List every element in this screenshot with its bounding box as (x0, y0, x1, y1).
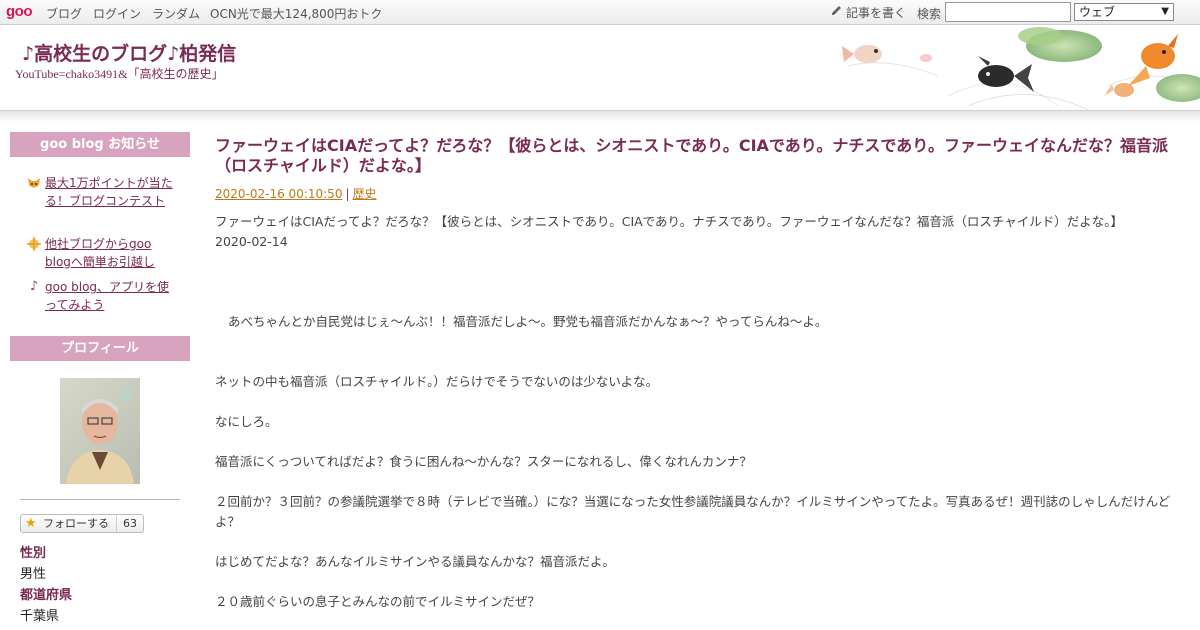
notice-item-app[interactable]: ♪ goo blog、アプリを使ってみよう (26, 278, 176, 314)
nav-blog-link[interactable]: ブログ (46, 5, 82, 22)
notice-migrate-link[interactable]: 他社ブログからgoo blogへ簡単お引越し (45, 235, 176, 271)
star-icon: ★ (25, 516, 37, 531)
notice-item-contest[interactable]: 最大1万ポイントが当たる！ブログコンテスト (26, 174, 176, 210)
entry-line-4: ネットの中も福音派（ロスチャイルド。）だらけでそうでないのは少ないよな。 (215, 374, 659, 389)
fox-icon (26, 175, 42, 191)
notice-item-migrate[interactable]: 他社ブログからgoo blogへ簡単お引越し (26, 235, 176, 271)
search-input[interactable] (945, 2, 1071, 22)
search-scope-value: ウェブ (1079, 5, 1116, 19)
nav-login-link[interactable]: ログイン (93, 5, 141, 22)
profile-prefecture-value: 千葉県 (20, 609, 60, 624)
header-divider (0, 110, 1200, 122)
search-label: 検索 (917, 7, 942, 21)
blog-title[interactable]: ♪高校生のブログ♪柏発信 (22, 39, 236, 66)
avatar[interactable] (60, 378, 140, 484)
notice-contest-link[interactable]: 最大1万ポイントが当たる！ブログコンテスト (45, 174, 176, 210)
follow-count: 63 (116, 515, 143, 532)
notice-heading: goo blog お知らせ (10, 132, 190, 157)
follow-button[interactable]: ★ フォローする 63 (20, 514, 144, 533)
entry-title[interactable]: ファーウェイはCIAだってよ？だろな？【彼らとは、シオニストであり。CIAであり… (215, 136, 1175, 176)
nav-random-link[interactable]: ランダム (152, 5, 200, 22)
pen-icon (830, 4, 843, 20)
profile-heading: プロフィール (10, 336, 190, 361)
entry-line-1: ファーウェイはCIAだってよ？だろな？【彼らとは、シオニストであり。CIAであり… (215, 214, 1124, 229)
goldfish-header-image (842, 27, 1200, 111)
entry-meta: 2020-02-16 00:10:50 | 歴史 (215, 187, 377, 201)
notice-app-link[interactable]: goo blog、アプリを使ってみよう (45, 278, 176, 314)
profile-gender-value: 男性 (20, 567, 47, 582)
entry-category-link[interactable]: 歴史 (353, 187, 377, 201)
entry-line-9: ２０歳前ぐらいの息子とみんなの前でイルミサインだぜ？ (215, 594, 541, 609)
write-article-label: 記事を書く (846, 6, 907, 20)
profile-gender-label: 性別 (20, 546, 47, 561)
entry-line-2: 2020-02-14 (215, 234, 288, 249)
blog-description: YouTube=chako3491&「高校生の歴史」 (15, 67, 224, 81)
chevron-down-icon: ▼ (1161, 6, 1169, 17)
music-note-icon: ♪ (29, 279, 39, 294)
sparkle-icon (26, 236, 42, 252)
entry-line-5: なにしろ。 (215, 414, 278, 429)
profile-prefecture-label: 都道府県 (20, 588, 73, 603)
entry-date-link[interactable]: 2020-02-16 00:10:50 (215, 187, 342, 201)
sidebar-divider (20, 499, 180, 500)
search-scope-select[interactable]: ウェブ ▼ (1074, 3, 1174, 21)
goo-top-bar: goo ブログ ログイン ランダム OCN光で最大124,800円おトク 記事を… (0, 0, 1200, 25)
entry-line-8: はじめてだよな？あんなイルミサインやる議員なんかな？福音派だよ。 (215, 554, 616, 569)
blog-header: ♪高校生のブログ♪柏発信 YouTube=chako3491&「高校生の歴史」 (0, 26, 1200, 112)
goo-logo[interactable]: goo (6, 3, 33, 20)
entry-line-3: あべちゃんとか自民党はじぇ〜んぶ！！福音派だしよ〜。野党も福音派だかんなぁ〜？や… (228, 314, 828, 329)
follow-label: フォローする (43, 517, 109, 530)
nav-ocn-ad-link[interactable]: OCN光で最大124,800円おトク (210, 5, 382, 22)
entry-line-6: 福音派にくっついてればだよ？食うに困んね〜かんな？スターになれるし、偉くなれんカ… (215, 454, 752, 469)
entry-line-7: ２回前か？３回前？の参議院選挙で８時（テレビで当確。）にな？当選になった女性参議… (215, 494, 1171, 529)
write-article-link[interactable]: 記事を書く (830, 4, 906, 21)
